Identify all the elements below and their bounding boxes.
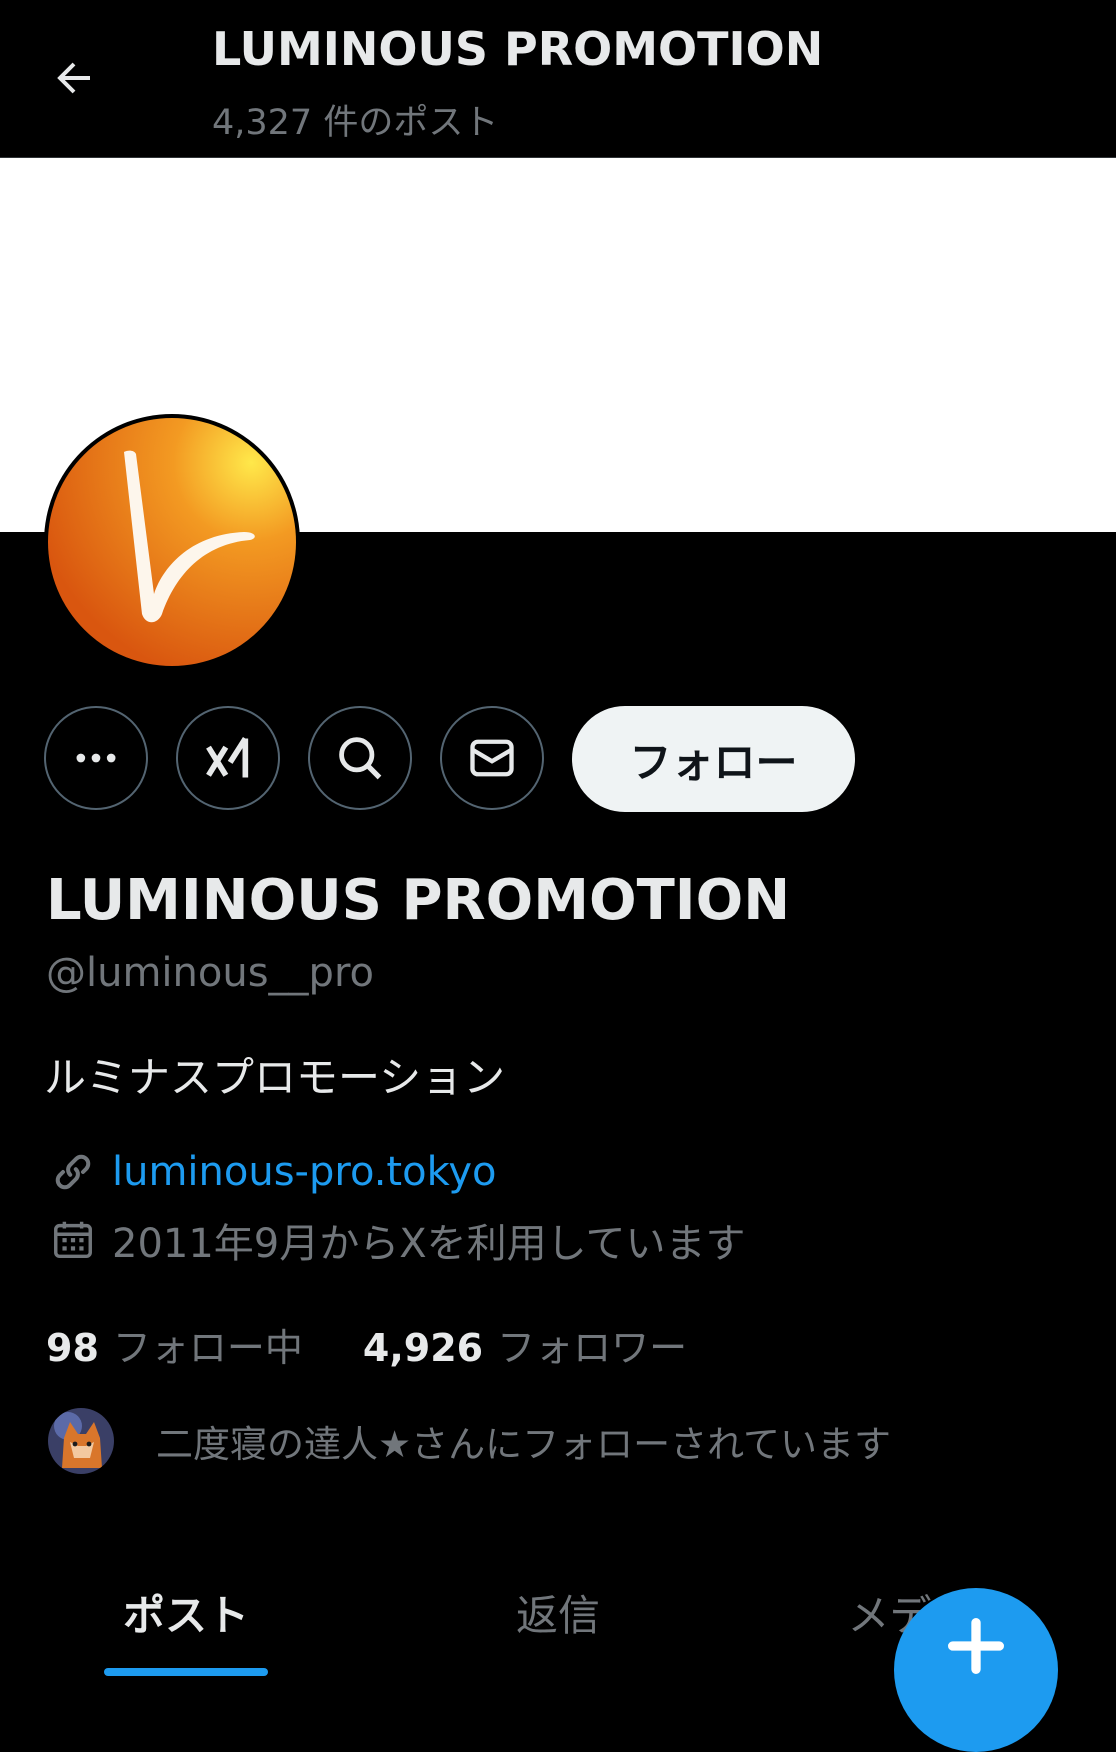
tab-posts[interactable]: ポスト <box>0 1560 372 1674</box>
active-tab-indicator <box>104 1668 268 1676</box>
follow-button[interactable]: フォロー <box>572 706 855 812</box>
display-name: LUMINOUS PROMOTION <box>46 868 791 933</box>
search-button[interactable] <box>308 706 412 810</box>
follow-stats: 98 フォロー中 4,926 フォロワー <box>46 1316 687 1372</box>
followers-stat[interactable]: 4,926 フォロワー <box>363 1317 687 1372</box>
profile-actions: フォロー <box>0 706 1116 816</box>
compose-icon <box>948 1618 1004 1674</box>
following-label: フォロー中 <box>112 1325 303 1370</box>
search-icon <box>339 737 382 780</box>
top-bar: LUMINOUS PROMOTION 4,327 件のポスト <box>0 0 1116 158</box>
followed-by[interactable]: 二度寝の達人★さんにフォローされています <box>48 1406 891 1476</box>
profile-link-row: luminous-pro.tokyo <box>48 1144 496 1200</box>
profile-website-link[interactable]: luminous-pro.tokyo <box>112 1149 496 1195</box>
followed-by-text: 二度寝の達人★さんにフォローされています <box>156 1423 892 1466</box>
profile-avatar[interactable] <box>44 414 300 670</box>
link-icon <box>48 1147 98 1197</box>
post-count: 4,327 件のポスト <box>212 103 499 143</box>
message-button[interactable] <box>440 706 544 810</box>
profile-bio: ルミナスプロモーション <box>44 1053 506 1102</box>
header-title: LUMINOUS PROMOTION <box>212 22 824 76</box>
joined-row: 2011年9月からXを利用しています <box>48 1212 745 1268</box>
back-button[interactable] <box>40 44 108 112</box>
profile-handle: @luminous__pro <box>46 950 374 996</box>
followers-count: 4,926 <box>362 1325 484 1370</box>
more-icon <box>76 753 116 763</box>
following-count: 98 <box>46 1325 99 1370</box>
grok-icon <box>206 736 249 778</box>
message-icon <box>470 739 514 777</box>
calendar-icon <box>48 1215 98 1265</box>
followers-label: フォロワー <box>497 1325 688 1370</box>
arrow-left-icon <box>57 62 90 94</box>
grok-button[interactable] <box>176 706 280 810</box>
following-stat[interactable]: 98 フォロー中 <box>46 1317 303 1372</box>
tab-replies[interactable]: 返信 <box>372 1560 744 1674</box>
joined-date: 2011年9月からXを利用しています <box>112 1221 746 1267</box>
more-button[interactable] <box>44 706 148 810</box>
follower-avatar <box>48 1408 114 1474</box>
compose-button[interactable] <box>894 1588 1058 1752</box>
